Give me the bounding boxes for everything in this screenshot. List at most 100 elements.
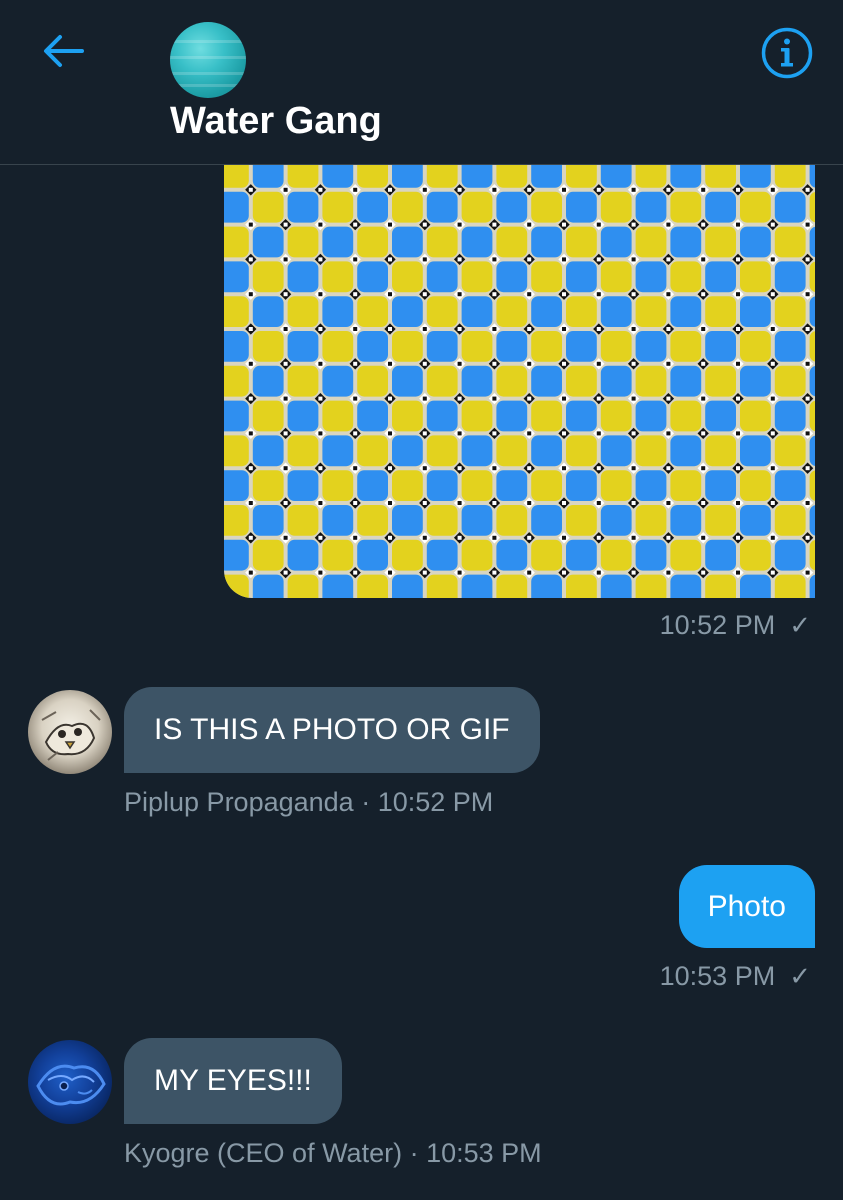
illusion-tile — [252, 470, 284, 501]
illusion-tile — [531, 470, 562, 501]
illusion-tile — [705, 400, 736, 432]
illusion-tile — [496, 470, 528, 501]
illusion-tile — [635, 331, 667, 362]
illusion-tile — [705, 435, 736, 467]
illusion-tile — [635, 574, 667, 598]
illusion-tile — [705, 226, 736, 258]
illusion-tile — [287, 365, 319, 397]
illusion-tile — [705, 365, 736, 397]
illusion-tile — [705, 539, 736, 571]
message-bubble-incoming[interactable]: IS THIS A PHOTO OR GIF — [124, 687, 540, 773]
illusion-tile — [809, 226, 815, 258]
illusion-tile — [224, 574, 249, 598]
illusion-tile — [224, 261, 249, 293]
meta-separator: · — [361, 787, 371, 817]
illusion-tile — [670, 165, 702, 188]
illusion-tile — [496, 331, 528, 362]
illusion-tile — [670, 191, 702, 223]
illusion-tile — [357, 400, 388, 432]
photo-message[interactable] — [224, 165, 815, 598]
avatar-piplup-propaganda[interactable] — [28, 690, 112, 774]
illusion-tile — [322, 331, 354, 362]
illusion-tile — [461, 365, 493, 397]
illusion-tile — [252, 505, 284, 536]
illusion-tile — [635, 191, 667, 223]
message-time: 10:52 PM — [377, 787, 494, 817]
illusion-tile — [392, 165, 423, 188]
illusion-tile — [635, 505, 667, 536]
illusion-tile — [461, 400, 493, 432]
message-time: 10:52 PM — [659, 610, 776, 640]
illusion-tile — [357, 435, 388, 467]
conversation-title[interactable]: Water Gang — [170, 100, 382, 143]
illusion-tile — [740, 165, 771, 188]
illusion-tile — [809, 435, 815, 467]
illusion-tile — [809, 505, 815, 536]
back-button[interactable] — [38, 26, 88, 76]
illusion-tile — [774, 435, 806, 467]
illusion-tile — [531, 539, 562, 571]
message-meta: 10:52 PM ✓ — [660, 610, 811, 641]
illusion-tile — [566, 505, 597, 536]
illusion-tile — [461, 574, 493, 598]
message-bubble-outgoing[interactable]: Photo — [678, 865, 815, 948]
avatar-kyogre[interactable] — [28, 1040, 112, 1124]
illusion-tile — [426, 191, 458, 223]
illusion-tile — [635, 261, 667, 293]
illusion-tile — [392, 226, 423, 258]
group-avatar[interactable] — [170, 22, 246, 98]
illusion-tile — [635, 365, 667, 397]
illusion-tile — [531, 365, 562, 397]
illusion-tile — [600, 331, 632, 362]
illusion-tile — [600, 435, 632, 467]
illusion-tile — [287, 539, 319, 571]
illusion-tile — [287, 165, 319, 188]
illusion-tile — [566, 191, 597, 223]
sender-name: Kyogre (CEO of Water) — [124, 1138, 403, 1168]
illusion-tile — [566, 296, 597, 327]
illusion-tile — [531, 400, 562, 432]
illusion-tile — [600, 400, 632, 432]
illusion-tile — [496, 191, 528, 223]
illusion-tile — [705, 574, 736, 598]
illusion-tile — [600, 365, 632, 397]
message-meta: 10:53 PM ✓ — [660, 961, 811, 992]
illusion-tile — [224, 331, 249, 362]
illusion-tile — [461, 191, 493, 223]
illusion-tile — [774, 261, 806, 293]
illusion-tile — [600, 165, 632, 188]
illusion-tile — [426, 539, 458, 571]
illusion-tile — [426, 226, 458, 258]
illusion-tile — [635, 296, 667, 327]
illusion-tile — [426, 400, 458, 432]
illusion-tile — [809, 470, 815, 501]
message-text: MY EYES!!! — [154, 1064, 312, 1097]
illusion-tile — [566, 365, 597, 397]
illusion-tile — [287, 296, 319, 327]
info-circle-icon — [761, 27, 813, 79]
illusion-tile — [322, 191, 354, 223]
illusion-tile — [287, 226, 319, 258]
illusion-tile — [670, 296, 702, 327]
illusion-tile — [740, 470, 771, 501]
message-bubble-incoming[interactable]: MY EYES!!! — [124, 1038, 342, 1124]
illusion-tile — [705, 505, 736, 536]
illusion-tile — [322, 365, 354, 397]
illusion-tile — [635, 226, 667, 258]
info-button[interactable] — [760, 26, 814, 80]
illusion-tile — [705, 331, 736, 362]
illusion-tile — [392, 296, 423, 327]
illusion-tile — [426, 296, 458, 327]
illusion-tile — [357, 574, 388, 598]
illusion-tile — [287, 261, 319, 293]
illusion-tile — [566, 400, 597, 432]
illusion-tile — [635, 435, 667, 467]
illusion-tile — [809, 296, 815, 327]
illusion-tile — [774, 365, 806, 397]
illusion-tile — [322, 505, 354, 536]
illusion-tile — [809, 539, 815, 571]
illusion-tile — [566, 331, 597, 362]
illusion-tile — [252, 226, 284, 258]
illusion-tile — [426, 435, 458, 467]
illusion-tile — [287, 331, 319, 362]
